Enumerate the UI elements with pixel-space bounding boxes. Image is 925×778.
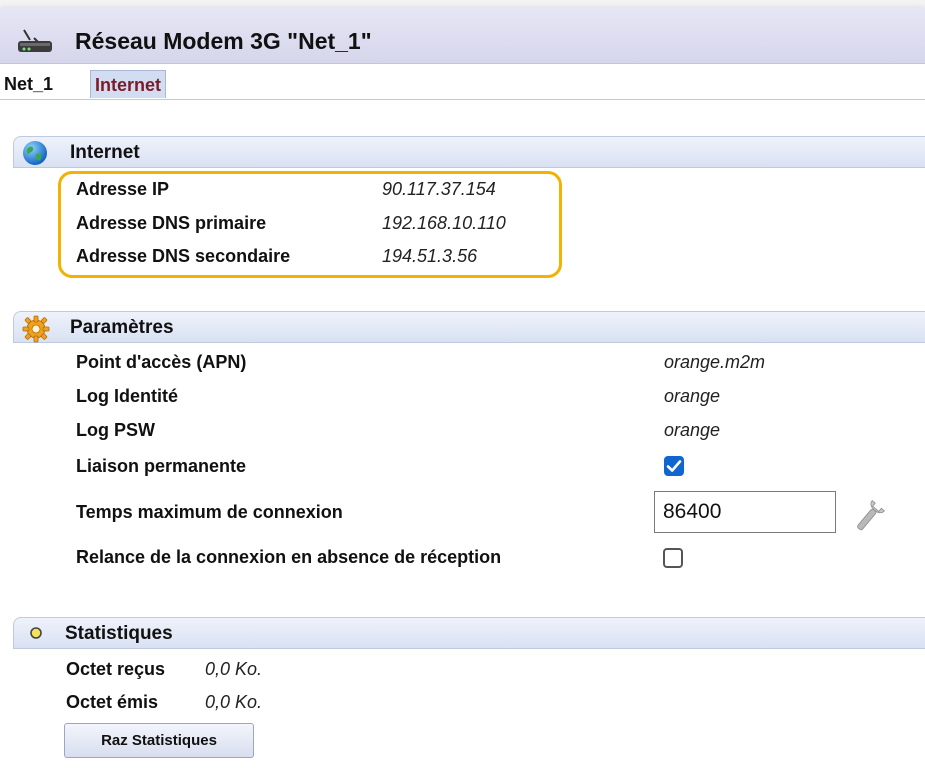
dns-secondary-label: Adresse DNS secondaire [76, 246, 291, 266]
log-psw-value: orange [664, 420, 721, 440]
log-identite-value: orange [664, 386, 721, 406]
octet-emis-value: 0,0 Ko. [205, 692, 263, 712]
liaison-permanente-label: Liaison permanente [76, 456, 247, 476]
log-psw-label: Log PSW [76, 420, 155, 440]
octet-recus-label: Octet reçus [66, 659, 166, 679]
modem-icon [18, 29, 52, 52]
temps-max-label: Temps maximum de connexion [76, 502, 343, 522]
section-title-internet: Internet [70, 142, 140, 163]
dns-primary-label: Adresse DNS primaire [76, 213, 267, 233]
liaison-permanente-checkbox[interactable] [664, 456, 684, 476]
status-dot-icon [30, 627, 42, 639]
tab-net-1[interactable]: Net_1 [0, 70, 57, 98]
ip-address-value: 90.117.37.154 [382, 179, 496, 199]
section-title-statistiques: Statistiques [65, 623, 173, 644]
temps-max-input[interactable] [654, 491, 836, 533]
apn-value: orange.m2m [664, 352, 766, 372]
relance-label: Relance de la connexion en absence de ré… [76, 547, 502, 567]
ip-address-label: Adresse IP [76, 179, 170, 199]
raz-statistiques-button[interactable]: Raz Statistiques [64, 723, 254, 758]
apn-label: Point d'accès (APN) [76, 352, 247, 372]
tab-bar: Net_1 Internet [0, 64, 925, 100]
octet-emis-label: Octet émis [66, 692, 159, 712]
section-title-parametres: Paramètres [70, 317, 174, 338]
checkmark-icon [666, 460, 682, 472]
tab-internet[interactable]: Internet [90, 70, 167, 98]
gear-icon [22, 315, 50, 343]
dns-secondary-value: 194.51.3.56 [382, 246, 478, 266]
relance-checkbox[interactable] [663, 548, 683, 568]
section-header-statistiques: Statistiques [13, 617, 925, 649]
log-identite-label: Log Identité [76, 386, 178, 406]
window-title: Réseau Modem 3G "Net_1" [75, 28, 372, 54]
section-header-parametres: Paramètres [13, 311, 925, 343]
window-titlebar: Réseau Modem 3G "Net_1" [0, 8, 925, 64]
section-header-internet: Internet [13, 136, 925, 168]
wrench-icon[interactable] [846, 498, 890, 538]
dns-primary-value: 192.168.10.110 [382, 213, 506, 233]
globe-icon [23, 141, 47, 165]
octet-recus-value: 0,0 Ko. [205, 659, 263, 679]
